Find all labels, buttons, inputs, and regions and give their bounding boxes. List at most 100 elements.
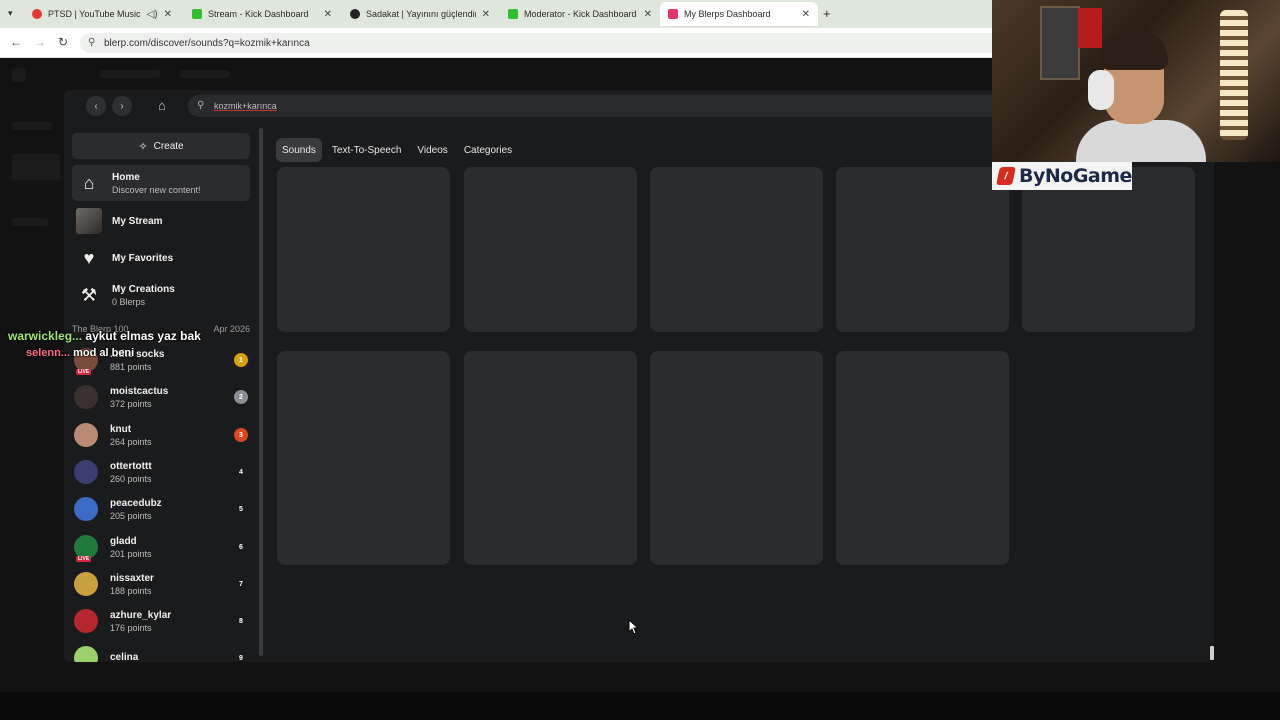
tab-title: My Blerps Dashboard: [684, 9, 771, 19]
heart-icon: ♥: [83, 247, 95, 268]
browser-tab-active[interactable]: My Blerps Dashboard ✕: [660, 2, 818, 26]
resize-handle[interactable]: [1210, 646, 1214, 660]
sound-card-placeholder[interactable]: [464, 167, 637, 332]
sidebar-item-label: My Stream: [112, 215, 163, 227]
leaderboard-points: 201 points: [110, 548, 152, 559]
tab-title: Moderator - Kick Dashboard: [524, 9, 637, 19]
rank-badge: 3: [234, 428, 248, 442]
browser-tab[interactable]: PTSD | YouTube Music ◁) ✕: [24, 2, 180, 26]
avatar: [74, 460, 98, 484]
sound-card-placeholder[interactable]: [1022, 167, 1195, 332]
url-field[interactable]: ⚲ blerp.com/discover/sounds?q=kozmik+kar…: [80, 33, 1020, 53]
browser-tab[interactable]: Moderator - Kick Dashboard ✕: [500, 2, 660, 26]
leaderboard-points: 176 points: [110, 622, 152, 633]
tab-categories[interactable]: Categories: [458, 138, 518, 162]
leaderboard-name: azhure_kylar: [110, 609, 172, 621]
browser-tab[interactable]: Sadakat | Yayınını güçlendirme ✕: [342, 2, 498, 26]
url-text: blerp.com/discover/sounds?q=kozmik+karın…: [104, 37, 310, 49]
chat-message: selenn... mod al beni: [26, 347, 134, 359]
leaderboard-name: peacedubz: [110, 497, 162, 509]
leaderboard-row[interactable]: LIVE gladd 201 points 6: [74, 530, 248, 564]
blerp-favicon-icon: [668, 9, 678, 19]
leaderboard-name: ottertottt: [110, 460, 152, 472]
headphones: [1088, 70, 1114, 110]
avatar: LIVE: [74, 535, 98, 562]
rank-badge: 8: [239, 617, 243, 625]
leaderboard-points: 260 points: [110, 473, 152, 484]
leaderboard-name: knut: [110, 423, 132, 435]
leaderboard-row[interactable]: ottertottt 260 points 4: [74, 455, 248, 489]
tab-list-chevron-icon[interactable]: ▾: [8, 8, 13, 19]
sidebar-item-my-creations[interactable]: ⚒ My Creations 0 Blerps: [72, 277, 250, 313]
sidebar-item-home[interactable]: ⌂ Home Discover new content!: [72, 165, 250, 201]
person-shirt: [1076, 120, 1206, 162]
sidebar-item-label: Home: [112, 171, 140, 183]
reload-icon[interactable]: ↻: [58, 35, 68, 49]
sound-card-placeholder[interactable]: [277, 351, 450, 565]
leaderboard-row[interactable]: moistcactus 372 points 2: [74, 380, 248, 414]
leaderboard-date: Apr 2026: [213, 324, 250, 334]
back-arrow-icon[interactable]: ←: [10, 35, 22, 49]
close-tab-icon[interactable]: ✕: [482, 9, 490, 20]
back-chevron-icon[interactable]: ‹: [86, 96, 106, 116]
sound-card-placeholder[interactable]: [464, 351, 637, 565]
sponsor-banner: / ByNoGame: [992, 162, 1132, 190]
leaderboard-row[interactable]: nissaxter 188 points 7: [74, 567, 248, 601]
forward-arrow-icon[interactable]: →: [34, 35, 46, 49]
sponsor-name: ByNoGame: [1019, 165, 1132, 187]
sound-card-placeholder[interactable]: [277, 167, 450, 332]
leaderboard-points: 205 points: [110, 510, 152, 521]
close-tab-icon[interactable]: ✕: [802, 9, 810, 20]
mute-icon[interactable]: ◁): [147, 9, 158, 20]
content-tabs: Sounds Text-To-Speech Videos Categories: [276, 138, 522, 162]
tab-title: PTSD | YouTube Music: [48, 9, 141, 19]
create-label: Create: [153, 140, 184, 152]
close-tab-icon[interactable]: ✕: [644, 9, 652, 20]
tab-text-to-speech[interactable]: Text-To-Speech: [326, 138, 407, 162]
sidebar-item-sublabel: 0 Blerps: [112, 296, 146, 307]
leaderboard-row[interactable]: celina 9: [74, 641, 248, 662]
sidebar-item-my-stream[interactable]: My Stream: [72, 203, 250, 239]
tab-sounds[interactable]: Sounds: [276, 138, 322, 162]
close-tab-icon[interactable]: ✕: [324, 9, 332, 20]
live-badge: LIVE: [76, 369, 92, 375]
create-button[interactable]: ✧ Create: [72, 133, 250, 159]
avatar: [74, 609, 98, 633]
leaderboard-name: moistcactus: [110, 385, 169, 397]
leaderboard-points: 264 points: [110, 436, 152, 447]
hammer-icon: ⚒: [80, 284, 98, 305]
leaderboard-name: celina: [110, 651, 139, 663]
tab-videos[interactable]: Videos: [411, 138, 453, 162]
leaderboard-row[interactable]: azhure_kylar 176 points 8: [74, 604, 248, 638]
tab-title: Sadakat | Yayınını güçlendirme: [366, 9, 476, 19]
sound-card-placeholder[interactable]: [836, 167, 1009, 332]
forward-chevron-icon[interactable]: ›: [112, 96, 132, 116]
bottom-bar: [0, 692, 1280, 720]
new-tab-plus-icon[interactable]: +: [823, 6, 831, 21]
site-info-icon[interactable]: ⚲: [88, 37, 95, 48]
leaderboard-points: 188 points: [110, 585, 152, 596]
sidebar-item-sublabel: Discover new content!: [112, 184, 201, 195]
kick-favicon-icon: [508, 9, 518, 19]
leaderboard-points: 881 points: [110, 361, 152, 372]
sidebar-scrollbar[interactable]: [259, 128, 263, 656]
search-input[interactable]: ⚲ kozmik+karınca: [188, 95, 1008, 117]
avatar: [74, 385, 98, 409]
youtube-music-favicon-icon: [32, 9, 42, 19]
sound-card-placeholder[interactable]: [650, 351, 823, 565]
stream-avatar: [76, 208, 102, 234]
webcam-overlay: [992, 0, 1280, 162]
close-tab-icon[interactable]: ✕: [164, 9, 172, 20]
sound-card-placeholder[interactable]: [836, 351, 1009, 565]
avatar: [74, 572, 98, 596]
leaderboard-row[interactable]: peacedubz 205 points 5: [74, 492, 248, 526]
bynogame-logo-icon: /: [996, 167, 1016, 185]
browser-tab[interactable]: Stream - Kick Dashboard ✕: [184, 2, 340, 26]
search-query-text: kozmik+karınca: [214, 101, 277, 111]
home-nav-icon[interactable]: ⌂: [158, 98, 166, 113]
rank-badge: 7: [239, 580, 243, 588]
sound-card-placeholder[interactable]: [650, 167, 823, 332]
leaderboard-row[interactable]: knut 264 points 3: [74, 418, 248, 452]
sidebar-item-my-favorites[interactable]: ♥ My Favorites: [72, 240, 250, 276]
github-favicon-icon: [350, 9, 360, 19]
